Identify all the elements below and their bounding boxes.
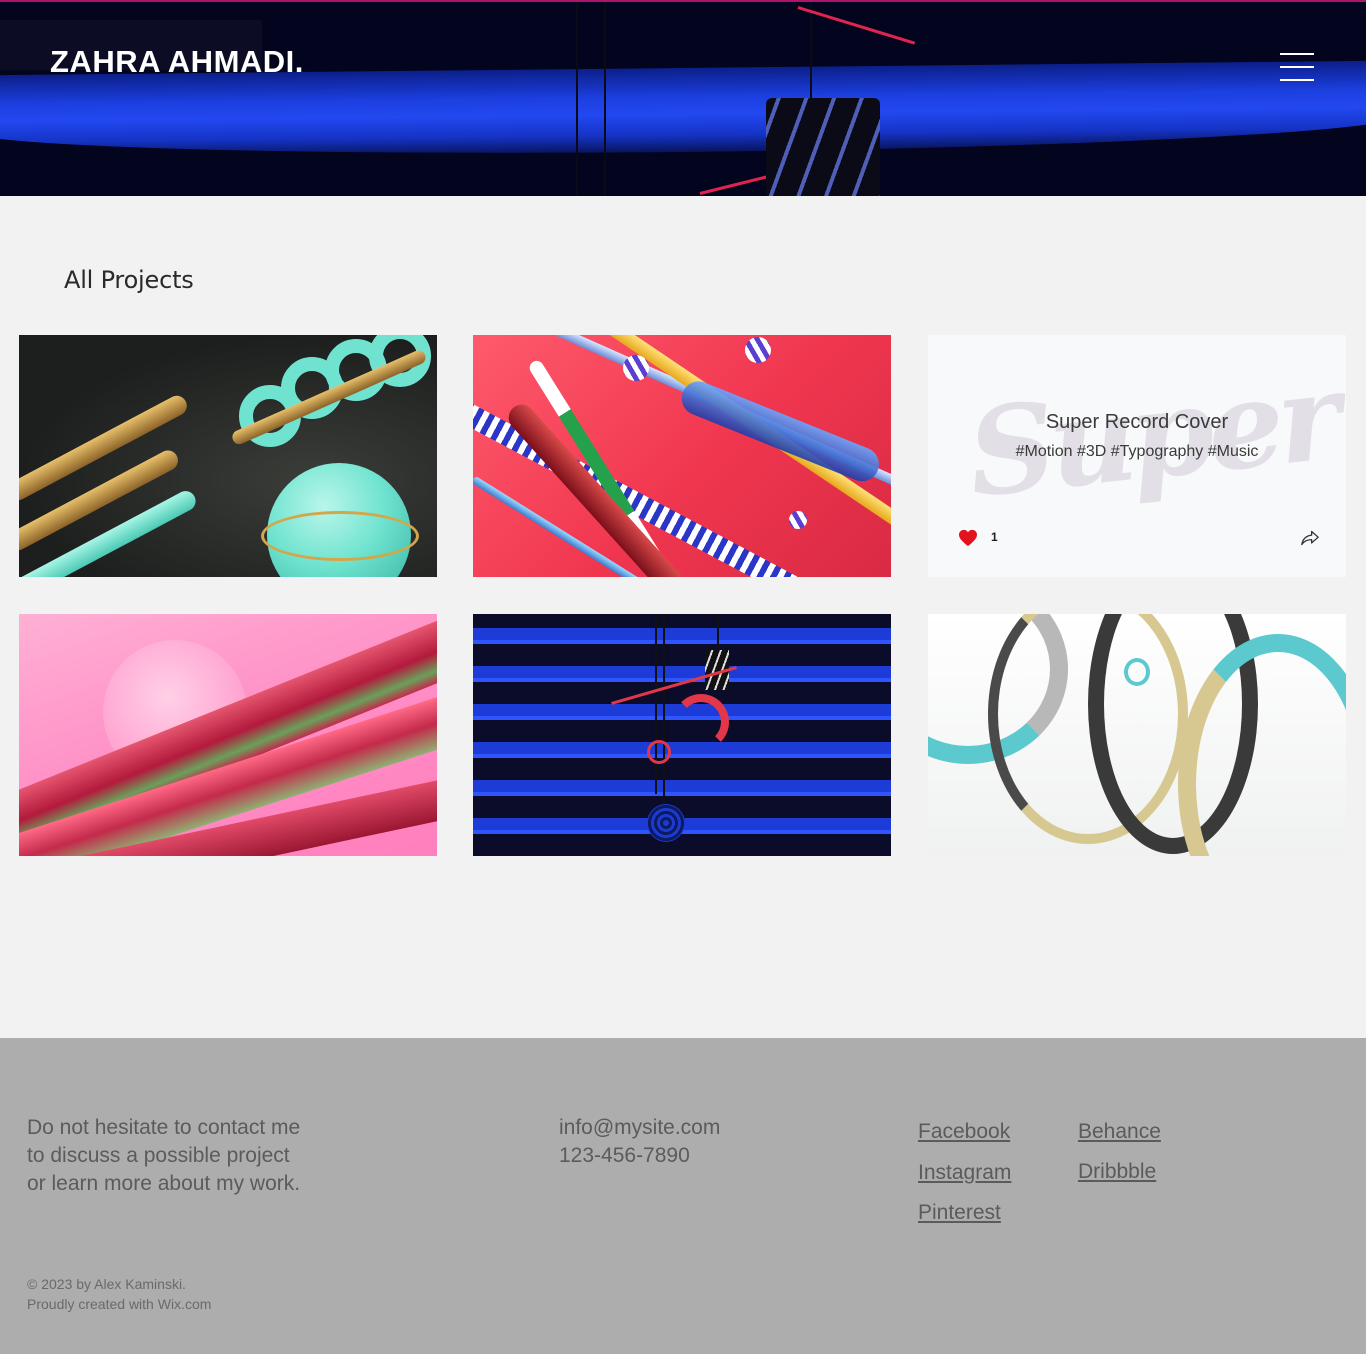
site-footer: Do not hesitate to contact me to discuss… (0, 1038, 1366, 1354)
share-icon[interactable] (1300, 529, 1320, 547)
like-count: 1 (991, 530, 998, 544)
email-link[interactable]: info@mysite.com (559, 1114, 720, 1142)
header-wire (810, 2, 812, 102)
candy-ball (623, 355, 649, 381)
pinterest-link[interactable]: Pinterest (918, 1201, 1001, 1225)
hamburger-menu-icon[interactable] (1280, 51, 1314, 83)
header-wire (604, 2, 606, 196)
behance-link[interactable]: Behance (1078, 1120, 1161, 1144)
card-title: Super Record Cover (1045, 411, 1229, 433)
site-header: ZAHRA AHMADI. (0, 0, 1366, 196)
hanging-wire (663, 614, 665, 814)
phone-number: 123-456-7890 (559, 1144, 690, 1167)
instagram-link[interactable]: Instagram (918, 1161, 1011, 1185)
header-striped-cylinder (766, 98, 880, 196)
header-wire (576, 2, 578, 196)
menu-line (1280, 66, 1314, 68)
contact-blurb: Do not hesitate to contact me to discuss… (27, 1116, 301, 1195)
blue-disc (647, 804, 685, 842)
section-title: All Projects (64, 266, 194, 294)
menu-line (1280, 53, 1314, 55)
header-red-rod (797, 6, 916, 45)
project-tile-pink-swirl[interactable] (19, 614, 437, 856)
super-graphic: Super (961, 346, 1342, 525)
copyright-line: © 2023 by Alex Kaminski. (27, 1276, 186, 1292)
wix-credit-link[interactable]: Proudly created with Wix.com (27, 1294, 211, 1314)
project-tile-super-record-cover[interactable]: Super Super Record Cover #Motion #3D #Ty… (928, 335, 1346, 577)
candy-ball (745, 337, 771, 363)
blue-glass-tube (676, 376, 885, 487)
menu-line (1280, 79, 1314, 81)
spring-link (1124, 658, 1150, 686)
project-tile-springs[interactable] (928, 614, 1346, 856)
red-ring (647, 740, 671, 764)
header-band-shadow (0, 152, 1366, 196)
candy-ball (789, 511, 807, 529)
project-tile-red-tubes[interactable] (473, 335, 891, 577)
site-brand-logo[interactable]: ZAHRA AHMADI. (50, 44, 304, 80)
card-tags: #Motion #3D #Typography #Music (1015, 443, 1259, 460)
hanging-wire (655, 614, 657, 794)
hanging-wire (717, 614, 719, 654)
dribbble-link[interactable]: Dribbble (1078, 1160, 1156, 1184)
red-spiral (503, 399, 697, 577)
project-tile-teal-gold[interactable] (19, 335, 437, 577)
heart-icon[interactable] (958, 529, 978, 547)
project-tile-blue-stripes[interactable] (473, 614, 891, 856)
red-arc (673, 694, 729, 750)
copyright: © 2023 by Alex Kaminski. Proudly created… (27, 1274, 211, 1314)
facebook-link[interactable]: Facebook (918, 1120, 1010, 1144)
contact-info: info@mysite.com 123-456-7890 (559, 1114, 720, 1170)
gold-halo (261, 511, 419, 561)
